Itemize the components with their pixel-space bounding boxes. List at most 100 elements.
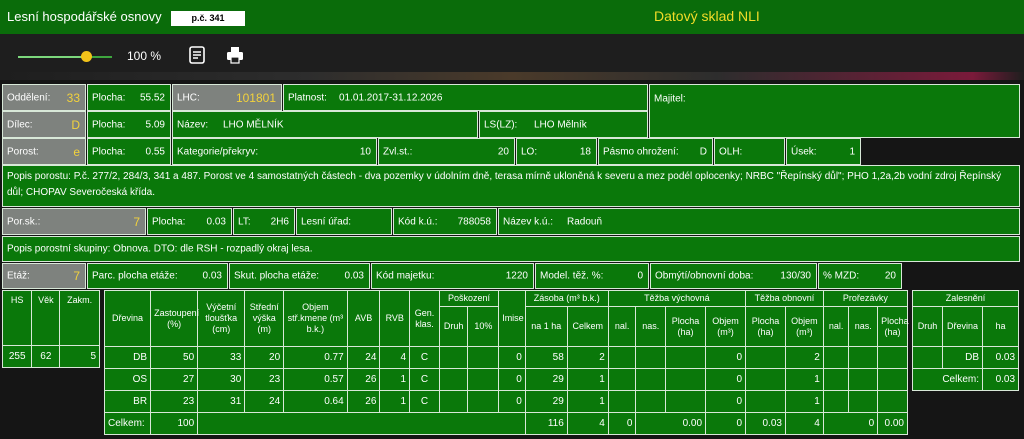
parc-plocha-cell: Parc. plocha etáže: 0.03 <box>87 263 228 289</box>
tv-plocha-header: Plocha (ha) <box>665 306 707 347</box>
tl-cell: 30 <box>197 368 246 391</box>
avb-cell: 26 <box>346 390 381 413</box>
popis-skupiny-text: Popis porostní skupiny: Obnova. DTO: dle… <box>7 243 313 255</box>
dilec-value: D <box>71 117 80 132</box>
to-plocha-header: Plocha (ha) <box>745 306 786 347</box>
olh-cell: OLH: <box>714 138 785 165</box>
obmyti-label: Obmýtí/obnovní doba: <box>655 270 754 282</box>
etaz-cell: Etáž: 7 <box>2 263 86 289</box>
total-to-plocha: 0.03 <box>745 412 786 435</box>
zakm-value: 5 <box>59 345 100 368</box>
plocha-label: Plocha: <box>92 119 126 130</box>
porsk-label: Por.sk.: <box>7 216 41 227</box>
total-tv-obj: 0 <box>705 412 747 435</box>
poskozeni-header: Poškození <box>438 290 500 307</box>
usek-cell: Úsek: 1 <box>786 138 861 165</box>
model-tez-value: 0 <box>637 270 643 282</box>
ls-label: LS(LZ): <box>484 119 518 130</box>
drevina-cell: DB <box>103 346 152 369</box>
nazev-value: LHO MĚLNÍK <box>223 119 284 130</box>
skut-plocha-label: Skut. plocha etáže: <box>234 270 320 282</box>
to-plocha-cell <box>745 390 786 413</box>
avb-cell: 26 <box>346 368 381 391</box>
pct10-cell <box>467 346 500 369</box>
celkem-cell: 2 <box>566 346 609 369</box>
total-celkem: 4 <box>566 412 609 435</box>
parc-plocha-label: Parc. plocha etáže: <box>92 270 178 282</box>
oddeleni-label: Oddělení: <box>7 92 51 103</box>
avb-cell: 24 <box>346 346 381 369</box>
printer-icon[interactable] <box>226 46 244 64</box>
pr-nal-cell <box>822 390 850 413</box>
total-to-obj: 4 <box>784 412 824 435</box>
porsk-cell: Por.sk.: 7 <box>2 208 146 235</box>
porsk-value: 7 <box>133 214 140 229</box>
etaz-label: Etáž: <box>7 270 30 282</box>
vy-cell: 24 <box>244 390 285 413</box>
na1ha-cell: 29 <box>524 390 568 413</box>
total-na1ha: 116 <box>524 412 568 435</box>
pr-plocha-cell <box>877 346 908 369</box>
tv-plocha-cell <box>665 346 707 369</box>
pr-nal-header: nal. <box>822 306 850 347</box>
total-pr-nas: 0 <box>822 412 879 435</box>
pr-nas-cell <box>848 368 879 391</box>
plocha-sk-cell: Plocha: 0.03 <box>147 208 232 235</box>
tv-nas-header: nas. <box>635 306 667 347</box>
pct10-header: 10% <box>467 306 500 347</box>
lhc-cell: LHC: 101801 <box>172 84 282 111</box>
zoom-slider-thumb[interactable] <box>81 51 92 62</box>
lhc-label: LHC: <box>177 92 200 103</box>
notes-icon[interactable] <box>188 46 206 64</box>
plocha-value: 5.09 <box>145 119 165 130</box>
lt-label: LT: <box>238 216 251 227</box>
total-zast: 100 <box>150 412 199 435</box>
to-obj-cell: 2 <box>784 346 824 369</box>
usek-value: 1 <box>849 146 855 157</box>
imise-cell: 0 <box>498 346 526 369</box>
ls-value: LHO Mělník <box>534 119 587 130</box>
kod-ku-cell: Kód k.ú.: 788058 <box>393 208 497 235</box>
mzd-cell: % MZD: 20 <box>818 263 902 289</box>
zal-ha-header: ha <box>981 306 1020 347</box>
popis-skupiny: Popis porostní skupiny: Obnova. DTO: dle… <box>2 236 1020 262</box>
zoom-slider[interactable] <box>18 56 112 58</box>
platnost-cell: Platnost: 01.01.2017-31.12.2026 <box>283 84 648 111</box>
obj-cell: 0.77 <box>283 346 348 369</box>
table-row: OS 27 30 23 0.57 26 1 C 0 29 1 0 1 <box>103 368 908 391</box>
oddeleni-value: 33 <box>66 90 80 105</box>
ls-cell: LS(LZ): LHO Mělník <box>479 111 648 138</box>
zoom-slider-fill <box>18 56 86 58</box>
rvb-cell: 1 <box>379 390 411 413</box>
plocha-label: Plocha: <box>92 92 126 103</box>
pasmo-label: Pásmo ohrožení: <box>603 146 679 157</box>
plocha-oddeleni-cell: Plocha: 55.52 <box>87 84 171 111</box>
obj-cell: 0.57 <box>283 368 348 391</box>
hs-value: 255 <box>1 345 33 368</box>
pct10-cell <box>467 390 500 413</box>
tv-nal-header: nal. <box>607 306 637 347</box>
tv-nal-cell <box>607 346 637 369</box>
imise-header: Imise <box>498 290 526 347</box>
pr-plocha-header: Plocha (ha) <box>877 306 909 347</box>
hs-value-row: 255 62 5 <box>1 345 100 368</box>
zal-drevina-cell: DB <box>942 346 983 369</box>
porost-cell: Porost: e <box>2 138 86 165</box>
druh-header: Druh <box>438 306 469 347</box>
tezba-vychovna-header: Těžba výchovná <box>607 290 747 307</box>
lhc-value: 101801 <box>235 90 276 105</box>
plocha-value: 55.52 <box>139 92 165 103</box>
lt-cell: LT: 2H6 <box>233 208 295 235</box>
avb-header: AVB <box>346 290 381 347</box>
plocha-porost-cell: Plocha: 0.55 <box>87 138 171 165</box>
total-spacer <box>197 412 526 435</box>
zalesneni-title: Zalesnění <box>911 290 1020 307</box>
kod-majetku-value: 1220 <box>505 270 528 282</box>
pr-plocha-cell <box>877 368 908 391</box>
rvb-cell: 1 <box>379 368 411 391</box>
total-tv-plocha: 0.00 <box>635 412 707 435</box>
nazev-ku-value: Radouň <box>567 216 603 227</box>
pasmo-value: D <box>699 146 707 157</box>
mzd-label: % MZD: <box>823 270 860 282</box>
zalesneni-table: Zalesnění Druh Dřevina ha DB 0.03 Celkem… <box>911 290 1020 391</box>
